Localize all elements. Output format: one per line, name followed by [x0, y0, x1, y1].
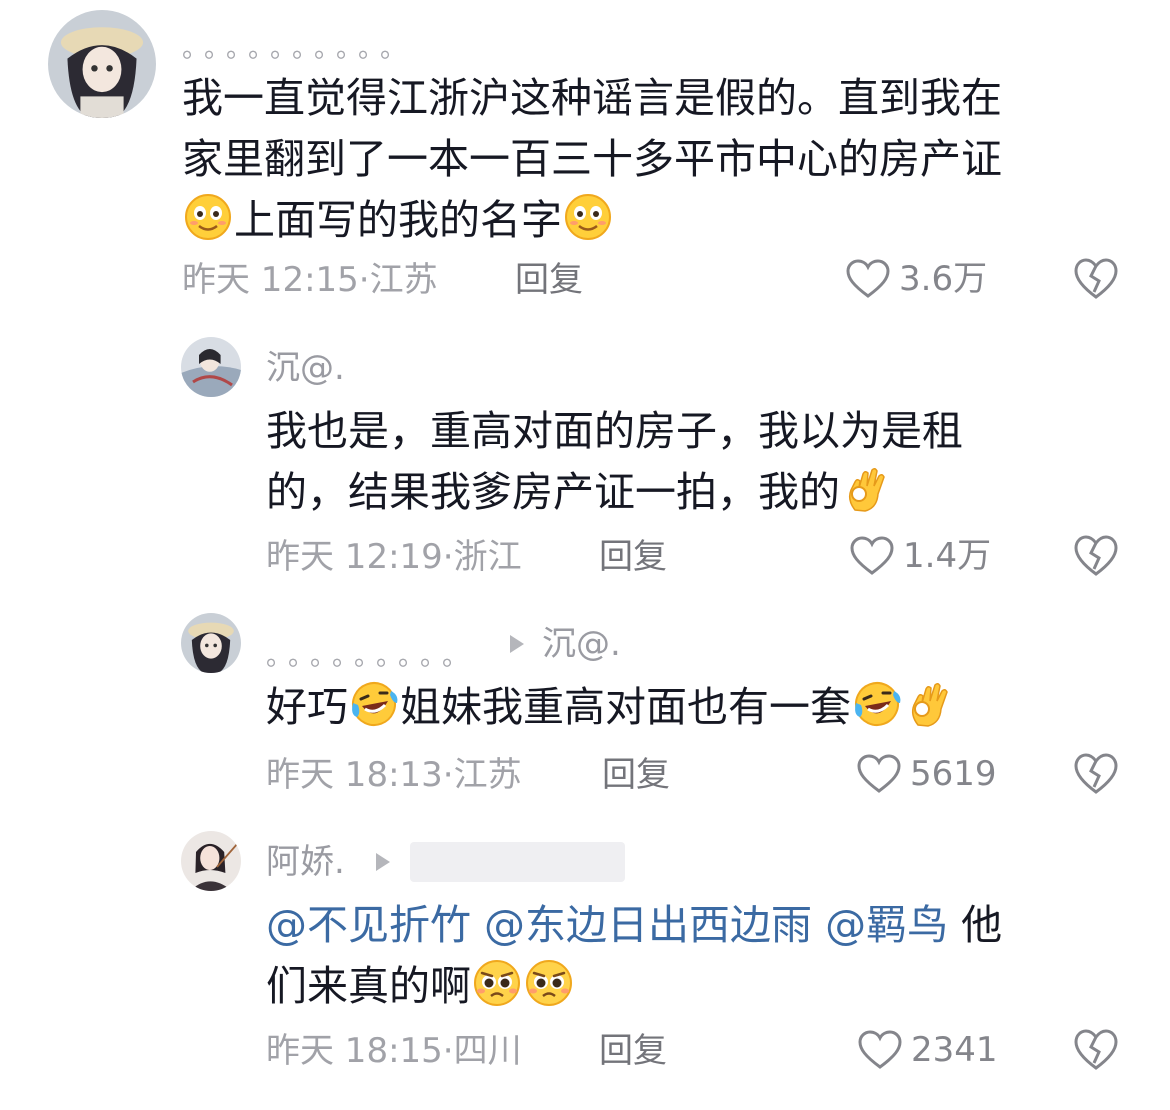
heart-icon	[850, 536, 894, 575]
like-button[interactable]: 3.6万	[845, 258, 987, 300]
mention-link[interactable]: @不见折竹	[266, 901, 471, 949]
comment-text: 我也是，重高对面的房子，我以为是租 的，结果我爹房产证一拍，我的	[266, 407, 963, 516]
location: 江苏	[369, 260, 438, 300]
comment-text: @不见折竹 @东边日出西边雨 @羁鸟 他 们来真的啊	[266, 901, 1003, 1010]
reply-button[interactable]: 回复	[602, 755, 670, 795]
like-count: 2341	[911, 1030, 998, 1070]
location: 四川	[453, 1031, 522, 1071]
timestamp: 昨天 18:13·	[266, 755, 454, 795]
comment-meta: 昨天 12:19·浙江	[266, 537, 522, 577]
location: 江苏	[453, 755, 522, 795]
ok-hand-emoji	[841, 464, 891, 514]
reply-arrow-icon	[510, 635, 524, 653]
smiling-face-emoji	[563, 192, 613, 242]
like-button[interactable]: 5619	[856, 753, 997, 795]
like-count: 1.4万	[903, 536, 992, 576]
laughing-tears-emoji	[349, 679, 399, 729]
broken-heart-icon[interactable]	[1072, 533, 1120, 579]
timestamp: 昨天 12:19·	[266, 537, 454, 577]
avatar[interactable]	[181, 613, 241, 673]
comment-meta: 昨天 18:15·四川	[266, 1031, 522, 1071]
reply-button[interactable]: 回复	[599, 537, 667, 577]
timestamp: 昨天 18:15·	[266, 1031, 454, 1071]
username[interactable]: 沉@.	[266, 348, 345, 388]
comment-meta: 昨天 12:15·江苏	[182, 260, 438, 300]
username[interactable]: 。。。。。。。。。。	[182, 28, 415, 65]
avatar[interactable]	[181, 831, 241, 891]
broken-heart-icon[interactable]	[1072, 1027, 1120, 1073]
like-count: 5619	[910, 754, 997, 794]
avatar[interactable]	[48, 10, 156, 118]
broken-heart-icon[interactable]	[1072, 751, 1120, 797]
pleading-face-emoji	[472, 958, 522, 1008]
comment-meta: 昨天 18:13·江苏	[266, 755, 522, 795]
ok-hand-emoji	[904, 679, 954, 729]
username[interactable]: 。。。。。。。。。	[266, 636, 477, 673]
like-button[interactable]: 2341	[857, 1029, 998, 1071]
heart-icon	[846, 259, 890, 298]
smiling-face-emoji	[183, 192, 233, 242]
like-count: 3.6万	[899, 259, 988, 299]
like-button[interactable]: 1.4万	[849, 535, 991, 577]
broken-heart-icon[interactable]	[1072, 256, 1120, 302]
pleading-face-emoji	[524, 958, 574, 1008]
username[interactable]: 阿娇.	[266, 842, 345, 882]
reply-to-username[interactable]: 沉@.	[542, 624, 621, 664]
reply-arrow-icon	[376, 853, 390, 871]
avatar[interactable]	[181, 337, 241, 397]
timestamp: 昨天 12:15·	[182, 260, 370, 300]
location: 浙江	[453, 537, 522, 577]
heart-icon	[858, 1030, 902, 1069]
reply-button[interactable]: 回复	[515, 260, 583, 300]
comment-text: 好巧 姐妹我重高对面也有一套	[266, 677, 955, 738]
comment-text: 我一直觉得江浙沪这种谣言是假的。直到我在 家里翻到了一本一百三十多平市中心的房产…	[182, 74, 1002, 244]
redacted-username	[410, 842, 625, 882]
mention-link[interactable]: @羁鸟	[825, 901, 948, 949]
mention-link[interactable]: @东边日出西边雨	[484, 901, 812, 949]
heart-icon	[857, 754, 901, 793]
laughing-tears-emoji	[852, 679, 902, 729]
reply-button[interactable]: 回复	[599, 1031, 667, 1071]
